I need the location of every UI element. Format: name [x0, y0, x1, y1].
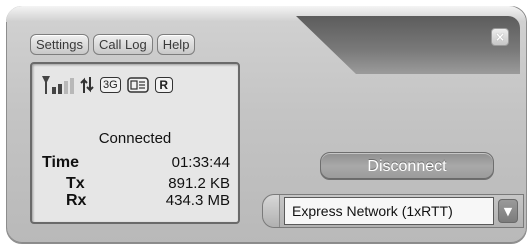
chevron-down-icon[interactable]: ▼ — [498, 199, 518, 223]
settings-button[interactable]: Settings — [30, 34, 89, 55]
signal-strength-icon — [42, 76, 74, 94]
connection-status: Connected — [98, 130, 172, 147]
close-icon: × — [494, 30, 506, 44]
network-select-cap — [263, 195, 280, 227]
roaming-badge: R — [154, 77, 173, 93]
rx-label: Rx — [66, 192, 87, 209]
network-type-badge: 3G — [100, 77, 121, 93]
antenna-icon — [42, 76, 50, 94]
network-select-value[interactable]: Express Network (1xRTT) — [284, 197, 494, 225]
menu-bar: Settings Call Log Help — [30, 34, 196, 55]
rx-value: 434.3 MB — [165, 192, 230, 209]
tx-value: 891.2 KB — [168, 175, 230, 192]
data-activity-arrows-icon — [80, 77, 94, 93]
status-panel: 3G R Connected Time 01:33:44 Tx 891.2 KB… — [30, 62, 240, 224]
close-button[interactable]: × — [491, 28, 509, 46]
help-button[interactable]: Help — [156, 34, 196, 55]
signal-bar-4 — [70, 78, 74, 94]
tx-row: Tx 891.2 KB — [42, 175, 230, 192]
signal-bar-1 — [52, 87, 56, 94]
time-value: 01:33:44 — [171, 154, 230, 171]
call-log-button[interactable]: Call Log — [92, 34, 153, 55]
message-icon — [126, 77, 149, 93]
time-label: Time — [42, 154, 80, 171]
status-icons-row: 3G R — [42, 76, 173, 94]
signal-bar-2 — [58, 84, 62, 94]
time-row: Time 01:33:44 — [42, 154, 230, 171]
signal-bar-3 — [64, 81, 68, 94]
rx-row: Rx 434.3 MB — [42, 192, 230, 209]
tx-label: Tx — [66, 175, 85, 192]
network-select[interactable]: Express Network (1xRTT) ▼ — [262, 194, 524, 228]
disconnect-button[interactable]: Disconnect — [320, 152, 494, 180]
